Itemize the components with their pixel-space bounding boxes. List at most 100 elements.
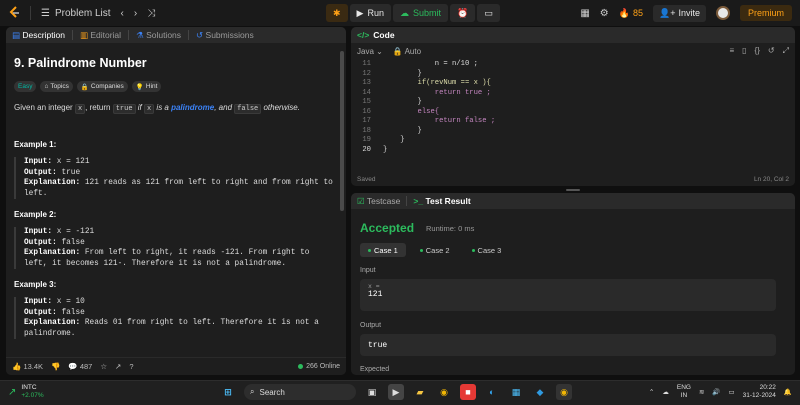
fullscreen-icon[interactable]: ⤢ [783,46,789,56]
list-icon: ☰ [41,7,50,19]
avatar[interactable] [715,6,730,20]
store-icon[interactable]: ▦ [508,384,524,400]
media-player-icon[interactable]: ▶ [388,384,404,400]
divider [406,196,408,206]
add-user-icon: 👤+ [659,7,676,18]
code-line: 19 } [362,136,405,144]
shuffle-icon[interactable]: ⤨ [147,8,155,19]
code-line: 16 else{ [362,107,440,116]
streak-counter[interactable]: 🔥 85 [619,8,643,19]
file-explorer-icon[interactable]: ▰ [412,384,428,400]
hint-chip[interactable]: 💡 Hint [131,81,162,92]
output-label: Output [360,322,382,329]
inline-code: true [112,104,136,114]
problem-tags: Easy ⌂ Topics 🔒 Companies 💡 Hint [14,81,162,92]
chrome-icon[interactable]: ◉ [436,384,452,400]
thumbs-down-icon[interactable]: 👎 [51,362,60,371]
tab-editorial[interactable]: ▥ Editorial [80,30,121,41]
weather-icon[interactable]: ☁ [662,388,669,396]
premium-button[interactable]: Premium [739,5,792,21]
format-icon[interactable]: ≡ [729,46,734,56]
example-block: Input: x = 10 Output: false Explanation:… [14,297,336,339]
case-tab[interactable]: Case 3 [464,243,510,257]
braces-icon[interactable]: {} [755,46,760,56]
topics-chip[interactable]: ⌂ Topics [40,81,73,92]
share-icon[interactable]: ↗ [115,362,121,371]
horizontal-splitter[interactable] [351,187,795,192]
tab-description[interactable]: ▤ Description [12,30,65,41]
problem-list-button[interactable]: ☰ Problem List [41,8,111,19]
chrome-active-icon[interactable]: ◉ [556,384,572,400]
editor-status-bar: Saved Ln 20, Col 2 [351,172,795,186]
input-label: Input [360,267,376,274]
language-select[interactable]: Java ⌄ [357,47,383,56]
app-icon[interactable]: ■ [460,384,476,400]
chevron-up-icon[interactable]: ⌃ [649,388,654,396]
stock-widget[interactable]: ↗ INTC +2.07% [8,384,44,400]
code-line: 18 } [362,126,422,135]
cloud-upload-icon: ☁ [399,7,409,18]
like-button[interactable]: 👍 13.4K [12,362,43,371]
palindrome-link[interactable]: palindrome [171,103,214,112]
submit-button[interactable]: ☁ Submit [392,4,448,22]
next-problem-icon[interactable]: › [134,8,137,19]
input-value-box: x = 121 [360,279,776,311]
code-line: 13 if(revNum == x ){ [362,79,491,87]
case-tabs: Case 1 Case 2 Case 3 [360,243,509,257]
case-tab[interactable]: Case 2 [412,243,458,257]
clock[interactable]: 20:22 31-12-2024 [743,384,776,400]
task-view-icon[interactable]: ▣ [364,384,380,400]
search-icon: ⌕ [250,387,255,396]
example-block: Input: x = -121 Output: false Explanatio… [14,227,336,269]
edge-icon[interactable]: ◐ [484,384,500,400]
case-tab[interactable]: Case 1 [360,243,406,257]
reset-icon[interactable]: ↺ [768,46,775,56]
difficulty-badge: Easy [14,81,37,92]
invite-button[interactable]: 👤+ Invite [653,4,706,22]
scrollbar[interactable] [340,51,344,211]
test-tabs: ☑ Testcase >_ Test Result [351,193,795,209]
run-button[interactable]: ▶ Run [349,4,391,22]
tag-icon: ⌂ [44,83,49,90]
problem-description: Given an integer x, return true if x is … [14,103,300,114]
layout-grid-icon[interactable]: ▦ [580,8,589,19]
star-icon[interactable]: ☆ [100,362,107,371]
vscode-icon[interactable]: ◆ [532,384,548,400]
timer-icon[interactable]: ⏰ [450,4,476,22]
tab-submissions[interactable]: ↺ Submissions [196,30,254,41]
bookmark-icon[interactable]: ▯ [742,46,746,56]
leetcode-logo-icon[interactable] [8,6,20,20]
vertical-splitter[interactable] [347,27,350,375]
notes-icon[interactable]: ▭ [477,4,500,22]
fire-icon: 🔥 [618,7,630,18]
description-tabs: ▤ Description ▥ Editorial ⚗ Solutions ↺ … [6,27,346,43]
example-title: Example 3: [14,280,57,289]
flask-icon: ⚗ [136,29,144,40]
settings-gear-icon[interactable]: ⚙ [600,8,609,19]
comments-button[interactable]: 💬 487 [68,362,92,371]
help-icon[interactable]: ? [129,362,133,371]
thumbs-up-icon: 👍 [12,362,22,371]
code-line: 11 n = n/10 ; [362,60,478,68]
prev-problem-icon[interactable]: ‹ [121,8,124,19]
speaker-icon[interactable]: 🔊 [712,388,720,396]
wifi-icon[interactable]: ≋ [699,388,704,396]
companies-chip[interactable]: 🔒 Companies [76,81,128,92]
notifications-icon[interactable]: 🔔 [784,388,792,396]
code-line: 17 return false ; [362,117,496,125]
tab-test-result[interactable]: >_ Test Result [413,196,470,206]
tab-testcase[interactable]: ☑ Testcase [357,196,400,207]
windows-start-icon[interactable]: ⊞ [220,384,236,400]
online-dot-icon [298,364,304,369]
search-box[interactable]: ⌕ Search [244,384,356,400]
system-tray: ⌃ ☁ ENG IN ≋ 🔊 ▭ 20:22 31-12-2024 🔔 [649,384,792,400]
battery-icon[interactable]: ▭ [729,388,735,396]
language-indicator[interactable]: ENG IN [677,384,691,400]
engagement-bar: 👍 13.4K 👎 💬 487 ☆ ↗ ? 266 Online [6,357,346,375]
code-editor[interactable]: 11 n = n/10 ; 12 } 13 if(revNum == x ){ … [351,60,795,155]
auto-mode[interactable]: 🔒 Auto [393,47,421,56]
pass-dot-icon [419,248,423,252]
pass-dot-icon [471,248,475,252]
tab-solutions[interactable]: ⚗ Solutions [136,30,181,41]
debug-button[interactable]: ✱ [326,4,348,22]
